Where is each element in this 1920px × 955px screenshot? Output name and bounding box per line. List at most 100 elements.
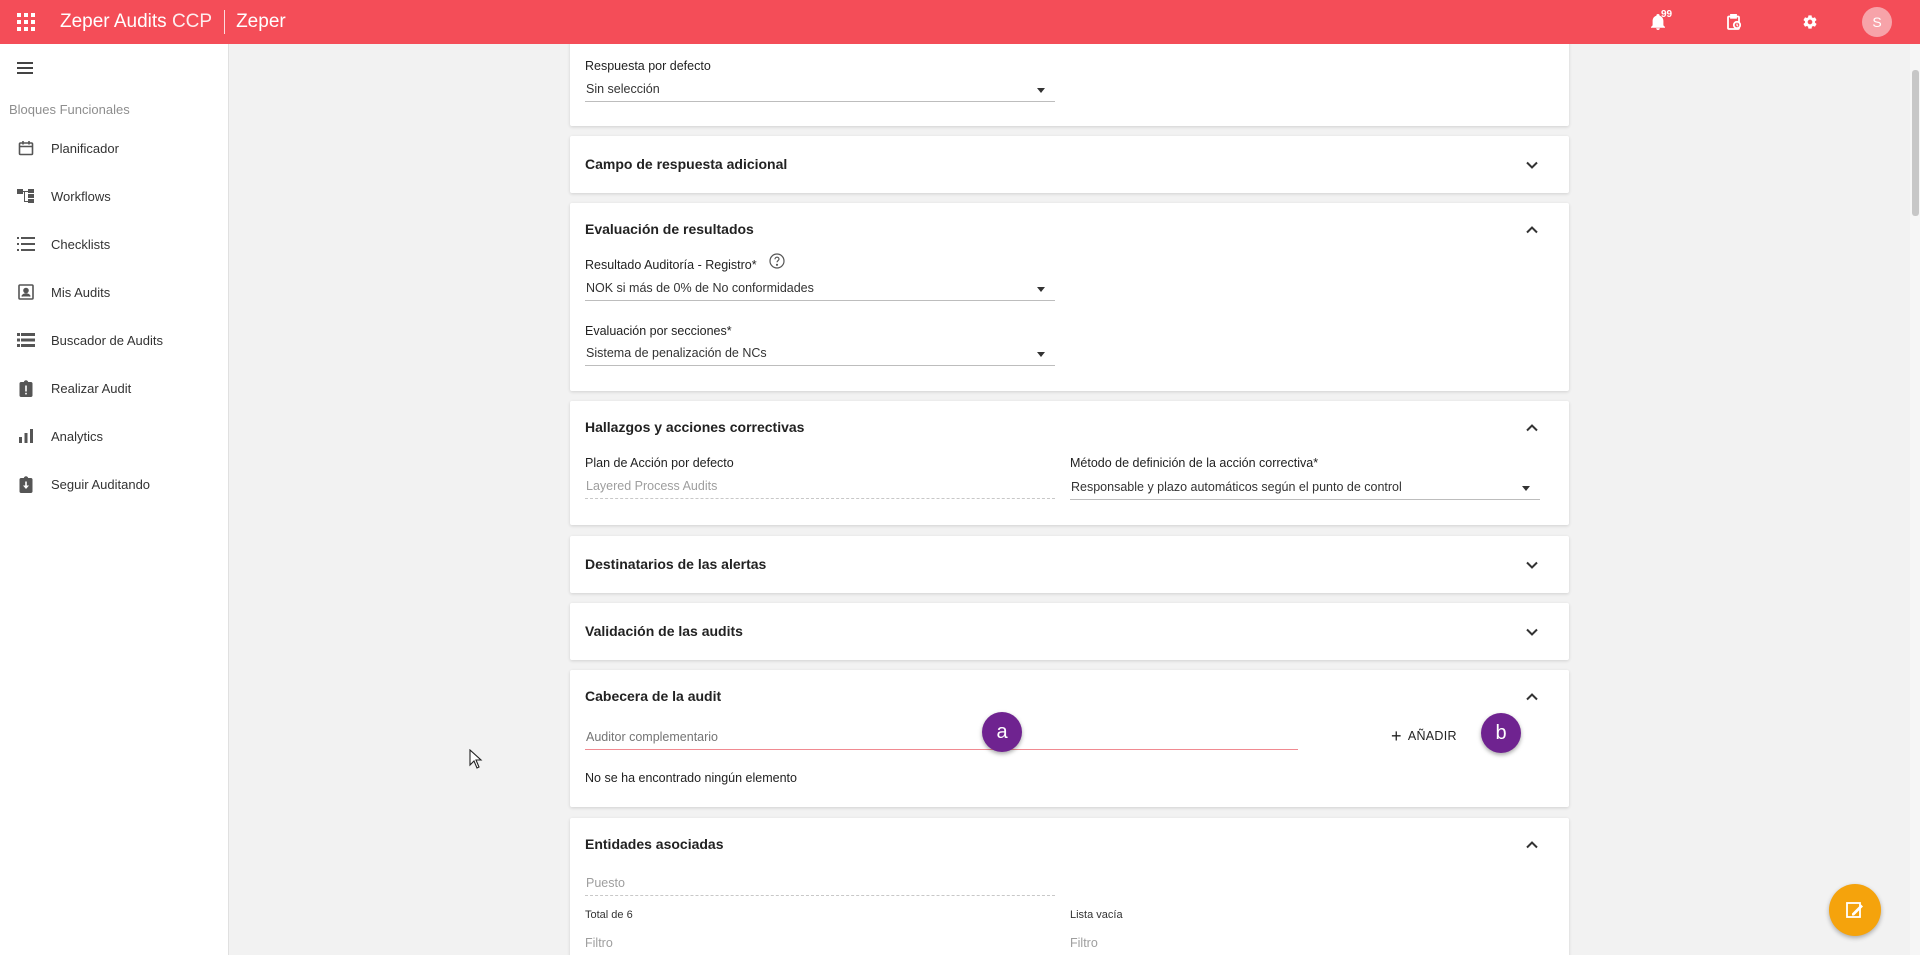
secciones-label: Evaluación por secciones* xyxy=(585,324,732,338)
chevron-down-icon[interactable] xyxy=(1525,558,1539,572)
destinatarios-card[interactable]: Destinatarios de las alertas xyxy=(570,536,1569,593)
plan-value: Layered Process Audits xyxy=(586,479,718,493)
dropdown-arrow-icon[interactable] xyxy=(1522,486,1530,491)
sidebar-item-seguir-auditando[interactable]: Seguir Auditando xyxy=(0,460,229,508)
resultado-value: NOK si más de 0% de No conformidades xyxy=(586,281,814,295)
campo-adicional-card[interactable]: Campo de respuesta adicional xyxy=(570,136,1569,193)
sidebar-item-checklists[interactable]: Checklists xyxy=(0,220,229,268)
evaluacion-card: Evaluación de resultados Resultado Audit… xyxy=(570,203,1569,391)
respuesta-card: Respuesta por defecto Sin selección xyxy=(570,40,1569,126)
entidades-card: Entidades asociadas Puesto Total de 6 Li… xyxy=(570,818,1569,955)
chevron-up-icon[interactable] xyxy=(1525,421,1539,435)
evaluacion-title: Evaluación de resultados xyxy=(585,221,754,237)
validacion-title: Validación de las audits xyxy=(585,623,743,639)
add-button-label: AÑADIR xyxy=(1407,729,1457,743)
sidebar-item-label: Mis Audits xyxy=(51,284,111,300)
tenant-name: Zeper xyxy=(236,11,286,32)
workflow-icon xyxy=(17,187,35,205)
top-actions: 99 S xyxy=(1620,0,1920,44)
app-suffix: CCP xyxy=(171,11,213,32)
clipboard-clock-icon xyxy=(1727,14,1741,30)
sidebar-item-label: Realizar Audit xyxy=(51,380,132,396)
metodo-select[interactable]: Responsable y plazo automáticos según el… xyxy=(1070,476,1540,500)
app-title[interactable]: Zeper Audits CCP xyxy=(60,11,212,33)
notification-count: 99 xyxy=(1661,9,1673,20)
annotation-badge-b: b xyxy=(1481,713,1521,753)
cabecera-title: Cabecera de la audit xyxy=(585,688,722,704)
apps-grid-button[interactable] xyxy=(0,0,52,44)
sidebar-item-realizar-audit[interactable]: Realizar Audit xyxy=(0,364,229,412)
main-content: Respuesta por defecto Sin selección Camp… xyxy=(570,0,1569,955)
respuesta-select[interactable]: Sin selección xyxy=(585,78,1055,102)
chevron-up-icon[interactable] xyxy=(1525,838,1539,852)
scrollbar-thumb[interactable] xyxy=(1912,70,1919,216)
empty-list-text: No se ha encontrado ningún elemento xyxy=(585,771,797,785)
chevron-down-icon[interactable] xyxy=(1525,625,1539,639)
campo-adicional-title: Campo de respuesta adicional xyxy=(585,156,788,172)
add-button[interactable]: + AÑADIR xyxy=(1391,727,1457,745)
respuesta-value: Sin selección xyxy=(586,82,660,96)
annotation-badge-a: a xyxy=(982,712,1022,752)
page-scrollbar[interactable] xyxy=(1910,44,1920,955)
sidebar-item-label: Buscador de Audits xyxy=(51,332,164,348)
checklist-icon xyxy=(17,235,35,253)
sidebar-item-label: Planificador xyxy=(51,140,119,156)
clipboard-download-icon xyxy=(17,475,35,493)
sidebar-nav: Planificador Workflows Checklists Mis Au… xyxy=(0,124,229,508)
hallazgos-title: Hallazgos y acciones correctivas xyxy=(585,419,805,435)
sidebar-section-label: Bloques Funcionales xyxy=(9,102,130,117)
dropdown-arrow-icon xyxy=(1037,287,1045,292)
settings-button[interactable] xyxy=(1772,0,1848,44)
bar-chart-icon xyxy=(17,427,35,445)
app-name: Zeper Audits xyxy=(60,11,167,32)
resultado-label: Resultado Auditoría - Registro* xyxy=(585,258,757,272)
pending-audits-button[interactable] xyxy=(1696,0,1772,44)
chevron-down-icon[interactable] xyxy=(1525,158,1539,172)
chevron-up-icon[interactable] xyxy=(1525,223,1539,237)
hamburger-icon xyxy=(17,62,33,74)
list-icon xyxy=(17,331,35,349)
auditor-input[interactable]: Auditor complementario xyxy=(585,726,1298,750)
validacion-card[interactable]: Validación de las audits xyxy=(570,603,1569,660)
sidebar-item-mis-audits[interactable]: Mis Audits xyxy=(0,268,229,316)
sidebar-item-buscador-de-audits[interactable]: Buscador de Audits xyxy=(0,316,229,364)
hallazgos-card: Hallazgos y acciones correctivas Plan de… xyxy=(570,401,1569,525)
contact-card-icon xyxy=(17,283,35,301)
sidebar-item-label: Checklists xyxy=(51,236,111,252)
puesto-placeholder: Puesto xyxy=(586,876,625,890)
sidebar-item-workflows[interactable]: Workflows xyxy=(0,172,229,220)
plus-icon: + xyxy=(1391,726,1402,746)
sidebar-item-analytics[interactable]: Analytics xyxy=(0,412,229,460)
puesto-input[interactable]: Puesto xyxy=(585,872,1055,896)
secciones-select[interactable]: Sistema de penalización de NCs xyxy=(585,342,1055,366)
calendar-icon xyxy=(17,139,35,157)
help-icon[interactable] xyxy=(769,253,785,269)
resultado-select[interactable]: NOK si más de 0% de No conformidades xyxy=(585,277,1055,301)
secciones-value: Sistema de penalización de NCs xyxy=(586,346,767,360)
dropdown-arrow-icon xyxy=(1037,88,1045,93)
filter-input-left[interactable]: Filtro xyxy=(585,936,613,950)
feedback-fab[interactable] xyxy=(1829,884,1881,936)
title-divider xyxy=(224,10,226,34)
filter-input-right[interactable]: Filtro xyxy=(1070,936,1098,950)
plan-field: Layered Process Audits xyxy=(585,475,1055,499)
user-avatar[interactable]: S xyxy=(1862,7,1892,37)
dropdown-arrow-icon xyxy=(1037,352,1045,357)
sidebar-item-planificador[interactable]: Planificador xyxy=(0,124,229,172)
top-app-bar: Zeper Audits CCP Zeper 99 S xyxy=(0,0,1920,44)
notifications-button[interactable]: 99 xyxy=(1620,0,1696,44)
clipboard-alert-icon xyxy=(17,379,35,397)
sidebar-item-label: Seguir Auditando xyxy=(51,476,151,492)
respuesta-label: Respuesta por defecto xyxy=(585,59,711,73)
entidades-title: Entidades asociadas xyxy=(585,836,724,852)
cabecera-card: Cabecera de la audit Auditor complementa… xyxy=(570,670,1569,807)
plan-label: Plan de Acción por defecto xyxy=(585,456,734,470)
mouse-cursor-icon xyxy=(469,749,483,769)
sidebar-item-label: Workflows xyxy=(51,188,111,204)
chevron-up-icon[interactable] xyxy=(1525,690,1539,704)
sidebar: Bloques Funcionales Planificador Workflo… xyxy=(0,44,229,955)
sidebar-item-label: Analytics xyxy=(51,428,104,444)
menu-toggle-button[interactable] xyxy=(14,56,38,80)
total-label: Total de 6 xyxy=(585,909,633,921)
apps-grid-icon xyxy=(17,13,35,31)
